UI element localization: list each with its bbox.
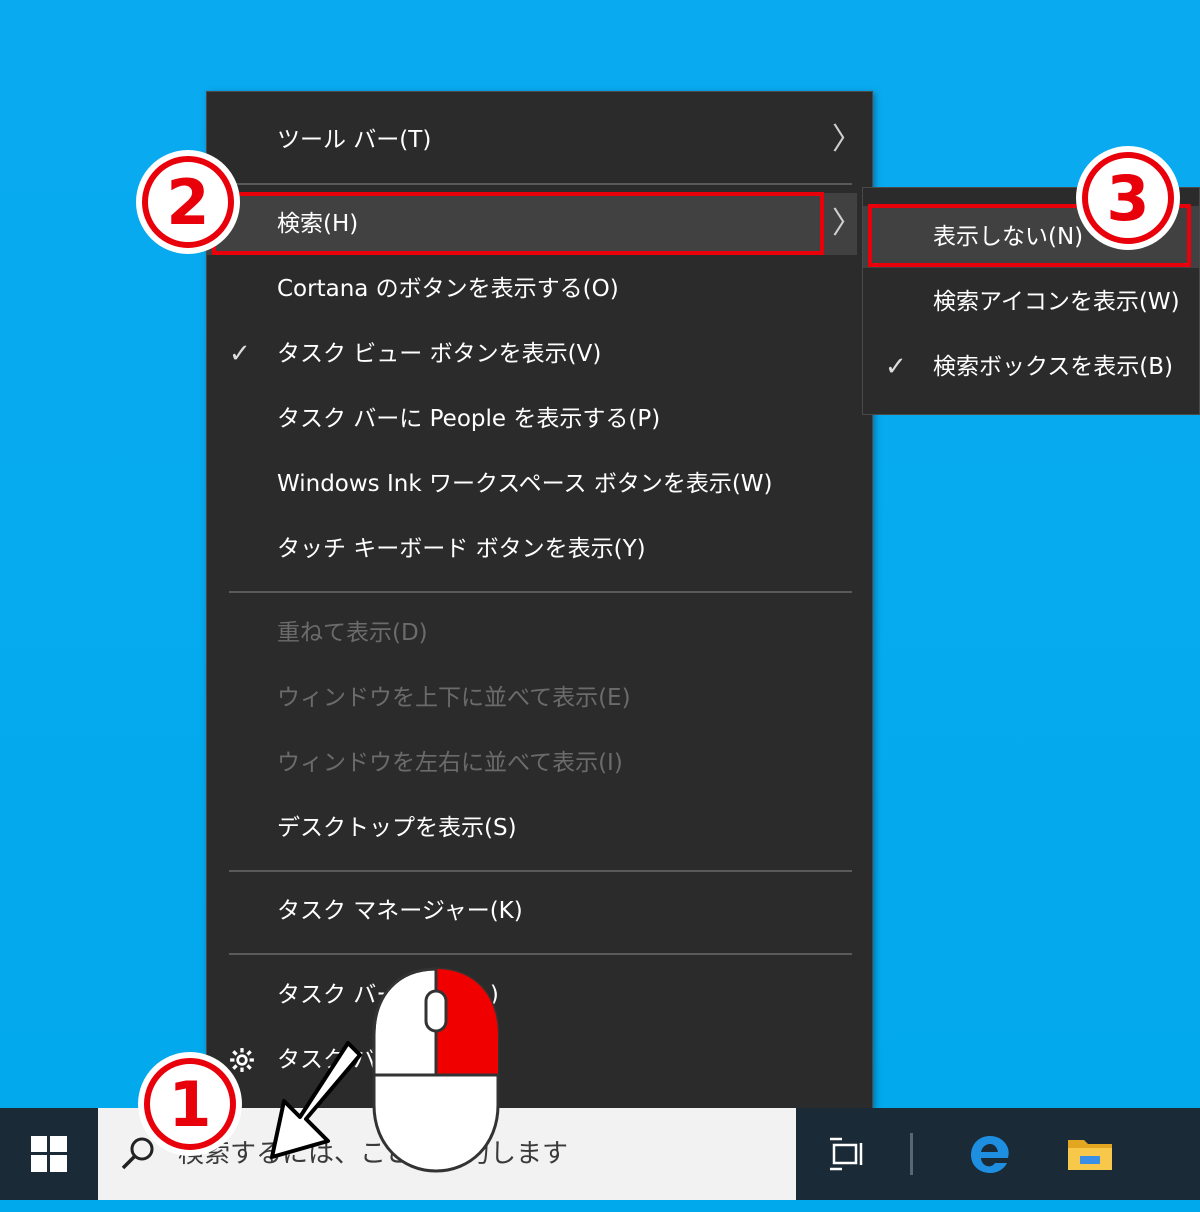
menu-separator — [229, 183, 852, 185]
menu-item-stack: ウィンドウを上下に並べて表示(E) — [207, 667, 857, 729]
chevron-right-icon: 〉 — [832, 206, 862, 241]
menu-item-label: タッチ キーボード ボタンを表示(Y) — [277, 536, 646, 562]
highlight-box-search — [212, 192, 824, 255]
chevron-right-icon: 〉 — [832, 122, 862, 157]
menu-item-label: タスク ビュー ボタンを表示(V) — [277, 341, 602, 367]
menu-separator — [229, 870, 852, 872]
menu-item-label: ウィンドウを上下に並べて表示(E) — [277, 685, 631, 711]
menu-item-cascade: 重ねて表示(D) — [207, 602, 857, 664]
taskbar-divider — [910, 1133, 913, 1175]
menu-item-label: Windows Ink ワークスペース ボタンを表示(W) — [277, 471, 773, 497]
menu-item-label: タスク マネージャー(K) — [277, 898, 523, 924]
menu-item-label: ウィンドウを左右に並べて表示(I) — [277, 750, 623, 776]
menu-item-label: デスクトップを表示(S) — [277, 815, 517, 841]
menu-item-people[interactable]: タスク バーに People を表示する(P) — [207, 388, 857, 450]
task-view-icon — [830, 1137, 863, 1171]
checkmark-icon: ✓ — [229, 339, 251, 369]
menu-item-label: 検索アイコンを表示(W) — [933, 289, 1180, 315]
edge-button[interactable] — [960, 1108, 1020, 1200]
menu-item-label: Cortana のボタンを表示する(O) — [277, 276, 619, 302]
checkmark-icon: ✓ — [885, 352, 907, 382]
mouse-right-click-illustration — [372, 967, 500, 1173]
step-number: 3 — [1082, 152, 1174, 244]
menu-item-side-by-side: ウィンドウを左右に並べて表示(I) — [207, 732, 857, 794]
step-badge-3: 3 — [1076, 146, 1180, 250]
menu-separator — [229, 591, 852, 593]
windows-start-icon — [31, 1136, 67, 1172]
start-button[interactable] — [0, 1108, 98, 1200]
step-number: 2 — [142, 156, 234, 248]
step-badge-1: 1 — [138, 1052, 242, 1156]
menu-item-lock-taskbar[interactable]: タスク バーを L) — [207, 964, 857, 1026]
menu-item-task-manager[interactable]: タスク マネージャー(K) — [207, 880, 857, 942]
submenu-item-show-search-box[interactable]: ✓ 検索ボックスを表示(B) — [863, 336, 1199, 398]
cursor-arrow-icon — [270, 1041, 362, 1159]
menu-item-windows-ink[interactable]: Windows Ink ワークスペース ボタンを表示(W) — [207, 453, 857, 515]
menu-item-label: タスク バーに People を表示する(P) — [277, 406, 661, 432]
menu-item-show-desktop[interactable]: デスクトップを表示(S) — [207, 797, 857, 859]
menu-item-touch-keyboard[interactable]: タッチ キーボード ボタンを表示(Y) — [207, 518, 857, 580]
submenu-item-show-search-icon[interactable]: 検索アイコンを表示(W) — [863, 271, 1199, 333]
menu-item-cortana[interactable]: Cortana のボタンを表示する(O) — [207, 258, 857, 320]
step-badge-2: 2 — [136, 150, 240, 254]
file-explorer-button[interactable] — [1060, 1108, 1120, 1200]
menu-item-toolbar[interactable]: ツール バー(T) 〉 — [207, 109, 862, 171]
task-view-button[interactable] — [818, 1108, 874, 1200]
menu-separator — [229, 953, 852, 955]
file-explorer-icon — [1068, 1140, 1112, 1170]
step-number: 1 — [144, 1058, 236, 1150]
menu-item-label: 検索ボックスを表示(B) — [933, 354, 1174, 380]
menu-item-label: ツール バー(T) — [277, 127, 432, 153]
menu-item-label: 重ねて表示(D) — [277, 620, 428, 646]
menu-item-task-view[interactable]: ✓ タスク ビュー ボタンを表示(V) — [207, 323, 857, 385]
edge-icon — [971, 1136, 1009, 1173]
